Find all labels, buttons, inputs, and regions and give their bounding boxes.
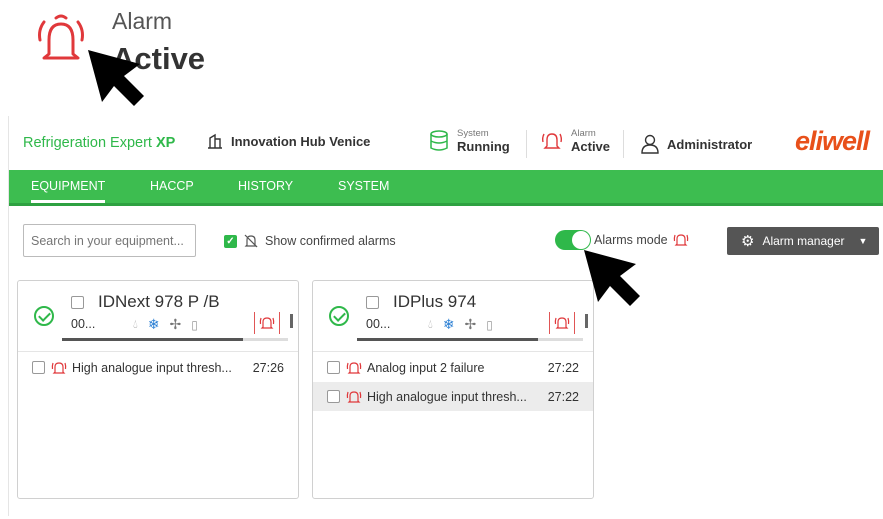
alarm-text: Analog input 2 failure bbox=[367, 360, 485, 375]
alarm-label: Alarm bbox=[571, 128, 596, 139]
equipment-name: IDNext 978 P /B bbox=[98, 292, 220, 311]
system-status: System Running bbox=[429, 128, 510, 154]
progress-bar bbox=[62, 338, 288, 341]
alarm-bell-icon bbox=[259, 317, 275, 329]
more-handle[interactable] bbox=[290, 314, 293, 328]
more-handle[interactable] bbox=[585, 314, 588, 328]
alarm-checkbox[interactable] bbox=[327, 361, 340, 374]
alarms-mode-switch[interactable] bbox=[555, 230, 591, 250]
site-name: Innovation Hub Venice bbox=[231, 133, 371, 149]
snowflake-icon: ❄ bbox=[442, 316, 455, 332]
alarm-manager-label: Alarm manager bbox=[762, 234, 845, 248]
fan-icon: ✢ bbox=[169, 316, 182, 332]
divider bbox=[623, 130, 624, 158]
system-value: Running bbox=[457, 139, 510, 154]
divider bbox=[313, 351, 593, 352]
alarm-text: High analogue input thresh... bbox=[367, 389, 527, 404]
alarm-bell-icon bbox=[554, 317, 570, 329]
card-header: IDPlus 974 00... 💧︎ ❄ ✢ ▯ bbox=[313, 281, 593, 347]
alarms-mode-label: Alarms mode bbox=[594, 233, 668, 247]
tab-equipment[interactable]: EQUIPMENT bbox=[31, 179, 106, 203]
tab-haccp[interactable]: HACCP bbox=[150, 179, 194, 193]
mouse-cursor-icon bbox=[584, 250, 640, 306]
eliwell-logo: eliwell bbox=[795, 126, 870, 156]
callout-label: Alarm bbox=[112, 8, 173, 34]
alarm-checkbox[interactable] bbox=[327, 390, 340, 403]
alarm-bell-icon bbox=[673, 234, 688, 246]
alarm-time: 27:22 bbox=[547, 389, 579, 404]
alarm-value: Active bbox=[571, 139, 611, 154]
gear-icon: ⚙ bbox=[741, 233, 755, 250]
app-window: Refrigeration Expert XP Innovation Hub V… bbox=[8, 116, 883, 516]
ok-status-icon bbox=[34, 306, 54, 326]
equipment-icons: 💧︎ ❄ ✢ ▯ bbox=[133, 316, 198, 333]
user-name: Administrator bbox=[667, 136, 753, 152]
site-icon bbox=[208, 133, 222, 149]
alarm-bell-icon bbox=[346, 390, 362, 403]
alarm-time: 27:22 bbox=[547, 360, 579, 375]
alarm-row[interactable]: High analogue input thresh... 27:26 bbox=[18, 353, 298, 382]
door-icon: ▯ bbox=[486, 317, 493, 332]
equipment-card[interactable]: IDPlus 974 00... 💧︎ ❄ ✢ ▯ Analog input 2… bbox=[312, 280, 594, 499]
card-select-checkbox[interactable] bbox=[366, 296, 379, 309]
door-icon: ▯ bbox=[191, 317, 198, 332]
caret-down-icon: ▼ bbox=[858, 236, 868, 246]
tab-history[interactable]: HISTORY bbox=[238, 179, 293, 193]
user-icon bbox=[641, 134, 659, 154]
alarm-status[interactable]: Alarm Active bbox=[541, 128, 610, 154]
alarm-indicator[interactable] bbox=[549, 312, 575, 334]
site-selector[interactable]: Innovation Hub Venice bbox=[207, 133, 370, 149]
brand-title: Refrigeration Expert XP bbox=[23, 135, 176, 151]
progress-bar bbox=[357, 338, 583, 341]
equipment-name: IDPlus 974 bbox=[393, 292, 477, 311]
main-nav: EQUIPMENT HACCP HISTORY SYSTEM bbox=[9, 170, 883, 206]
fan-icon: ✢ bbox=[464, 316, 477, 332]
show-confirmed-label: Show confirmed alarms bbox=[265, 234, 396, 248]
progress-fill bbox=[62, 338, 243, 341]
alarm-bell-icon bbox=[51, 361, 67, 374]
defrost-drop-icon: 💧︎ bbox=[133, 317, 138, 331]
user-menu[interactable]: Administrator bbox=[641, 134, 752, 154]
progress-fill bbox=[357, 338, 538, 341]
card-header: IDNext 978 P /B 00... 💧︎ ❄ ✢ ▯ bbox=[18, 281, 298, 347]
divider bbox=[18, 351, 298, 352]
alarm-indicator[interactable] bbox=[254, 312, 280, 334]
search-input[interactable] bbox=[23, 224, 196, 257]
database-icon bbox=[430, 130, 448, 151]
alarm-row[interactable]: High analogue input thresh... 27:22 bbox=[313, 382, 593, 411]
alarm-checkbox[interactable] bbox=[32, 361, 45, 374]
equipment-value: 00... bbox=[366, 317, 391, 331]
alarm-text: High analogue input thresh... bbox=[72, 360, 232, 375]
alarm-bell-icon bbox=[38, 14, 84, 60]
equipment-card[interactable]: IDNext 978 P /B 00... 💧︎ ❄ ✢ ▯ High anal… bbox=[17, 280, 299, 499]
bell-off-icon bbox=[244, 234, 258, 248]
divider bbox=[526, 130, 527, 158]
top-bar: Refrigeration Expert XP Innovation Hub V… bbox=[9, 116, 883, 170]
alarm-manager-button[interactable]: ⚙ Alarm manager ▼ bbox=[727, 227, 879, 255]
defrost-drop-icon: 💧︎ bbox=[428, 317, 433, 331]
alarms-mode: Alarms mode bbox=[594, 233, 689, 247]
equipment-icons: 💧︎ ❄ ✢ ▯ bbox=[428, 316, 493, 333]
card-select-checkbox[interactable] bbox=[71, 296, 84, 309]
snowflake-icon: ❄ bbox=[147, 316, 160, 332]
ok-status-icon bbox=[329, 306, 349, 326]
alarm-time: 27:26 bbox=[252, 360, 284, 375]
toolbar: ✓ Show confirmed alarms Alarms mode ⚙ Al… bbox=[9, 206, 883, 276]
alarm-row[interactable]: Analog input 2 failure 27:22 bbox=[313, 353, 593, 382]
show-confirmed-toggle[interactable]: ✓ Show confirmed alarms bbox=[224, 233, 396, 249]
show-confirmed-checkbox[interactable]: ✓ bbox=[224, 234, 237, 248]
tab-system[interactable]: SYSTEM bbox=[338, 179, 389, 193]
alarm-bell-icon bbox=[541, 133, 563, 149]
alarm-bell-icon bbox=[346, 361, 362, 374]
system-label: System bbox=[457, 128, 489, 139]
mouse-cursor-icon bbox=[88, 50, 144, 106]
equipment-value: 00... bbox=[71, 317, 96, 331]
